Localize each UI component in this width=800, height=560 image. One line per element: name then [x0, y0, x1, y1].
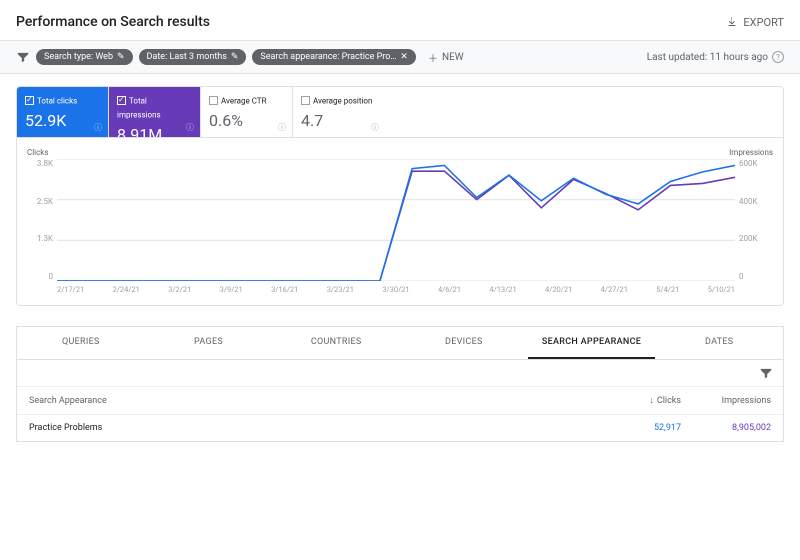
download-icon: [726, 16, 738, 28]
export-button[interactable]: EXPORT: [726, 16, 784, 29]
new-label: NEW: [442, 52, 464, 63]
tab-devices[interactable]: DEVICES: [400, 327, 528, 359]
chip-label: Search type: Web: [44, 52, 113, 62]
pencil-icon: ✎: [231, 52, 239, 62]
metric-value: 52.9K: [25, 111, 100, 130]
checkbox-icon: [301, 96, 310, 105]
chart: Clicks Impressions 3.8K 2.5K 1.3K 0 600K…: [16, 138, 784, 306]
info-icon[interactable]: ⓘ: [186, 122, 194, 133]
tab-dates[interactable]: DATES: [655, 327, 783, 359]
checkbox-icon: [25, 96, 34, 105]
metric-ctr[interactable]: Average CTR 0.6% ⓘ: [201, 87, 293, 137]
export-label: EXPORT: [743, 16, 784, 29]
new-filter-button[interactable]: ＋ NEW: [422, 50, 470, 65]
y-axis-left-label: Clicks: [27, 148, 48, 157]
tab-pages[interactable]: PAGES: [145, 327, 273, 359]
chip-date[interactable]: Date: Last 3 months ✎: [139, 49, 247, 65]
metric-value: 8.91M: [117, 125, 192, 138]
info-icon[interactable]: ⓘ: [94, 122, 102, 133]
y-axis-right-label: Impressions: [729, 148, 773, 157]
tabs: QUERIESPAGESCOUNTRIESDEVICESSEARCH APPEA…: [16, 326, 784, 359]
y-left-ticks: 3.8K 2.5K 1.3K 0: [27, 159, 53, 281]
col-header-impr[interactable]: Impressions: [681, 396, 771, 406]
cell-clicks: 52,917: [601, 423, 681, 433]
metric-value: 4.7: [301, 111, 377, 130]
x-axis: 2/17/212/24/213/2/213/9/213/16/213/23/21…: [57, 285, 735, 299]
metric-label: Average CTR: [221, 96, 267, 105]
pencil-icon: ✎: [117, 52, 125, 62]
close-icon[interactable]: ✕: [400, 52, 408, 62]
chip-search-type[interactable]: Search type: Web ✎: [36, 49, 133, 65]
tab-queries[interactable]: QUERIES: [17, 327, 145, 359]
metrics-row: Total clicks 52.9K ⓘ Total impressions 8…: [16, 86, 784, 138]
filter-icon[interactable]: [16, 50, 30, 64]
metric-value: 0.6%: [209, 111, 284, 130]
col-header-clicks[interactable]: ↓ Clicks: [601, 395, 681, 406]
info-icon[interactable]: ⓘ: [371, 122, 379, 133]
tab-search-appearance[interactable]: SEARCH APPEARANCE: [528, 327, 656, 359]
chip-label: Search appearance: Practice Pro…: [260, 52, 396, 62]
filter-bar: Search type: Web ✎ Date: Last 3 months ✎…: [0, 40, 800, 74]
checkbox-icon: [209, 96, 218, 105]
cell-impr: 8,905,002: [681, 423, 771, 433]
chip-label: Date: Last 3 months: [147, 52, 227, 62]
metric-label: Total clicks: [37, 96, 77, 105]
table-row[interactable]: Practice Problems 52,917 8,905,002: [17, 415, 783, 441]
info-icon[interactable]: ⓘ: [278, 122, 286, 133]
data-table: Search Appearance ↓ Clicks Impressions P…: [16, 359, 784, 442]
tab-countries[interactable]: COUNTRIES: [272, 327, 400, 359]
cell-sa: Practice Problems: [29, 423, 601, 433]
last-updated-text: Last updated: 11 hours ago: [647, 52, 768, 63]
table-header: Search Appearance ↓ Clicks Impressions: [17, 387, 783, 415]
chip-search-appearance[interactable]: Search appearance: Practice Pro… ✕: [252, 49, 416, 65]
page-title: Performance on Search results: [16, 14, 210, 30]
last-updated: Last updated: 11 hours ago ?: [647, 51, 784, 63]
y-right-ticks: 600K 400K 200K 0: [739, 159, 773, 281]
metric-impressions[interactable]: Total impressions 8.91M ⓘ: [109, 87, 201, 137]
help-icon[interactable]: ?: [772, 51, 784, 63]
chart-svg: [57, 159, 735, 281]
metric-position[interactable]: Average position 4.7 ⓘ: [293, 87, 385, 137]
metric-clicks[interactable]: Total clicks 52.9K ⓘ: [17, 87, 109, 137]
sort-down-icon: ↓: [649, 395, 654, 406]
col-header-sa[interactable]: Search Appearance: [29, 396, 601, 406]
metric-label: Average position: [313, 96, 372, 105]
checkbox-icon: [117, 96, 126, 105]
table-filter-icon[interactable]: [759, 366, 773, 380]
plus-icon: ＋: [428, 50, 438, 65]
